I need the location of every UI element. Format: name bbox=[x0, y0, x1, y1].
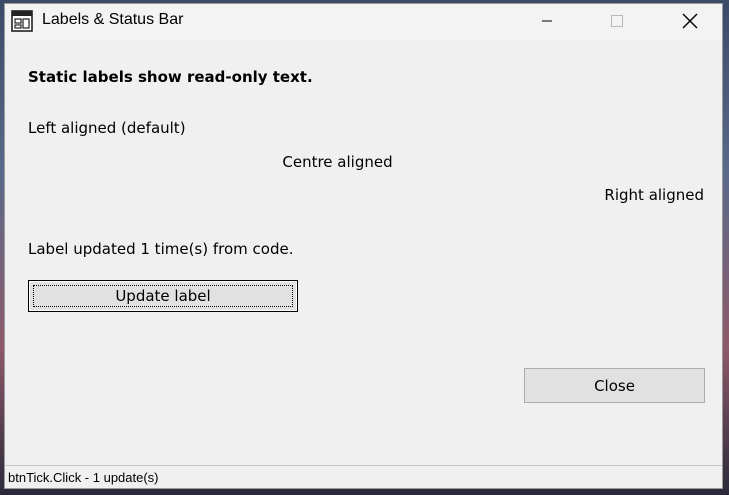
maximize-icon bbox=[611, 14, 623, 27]
minimize-icon bbox=[542, 20, 552, 21]
heading-label: Static labels show read-only text. bbox=[28, 68, 313, 86]
close-icon bbox=[682, 13, 698, 28]
update-count-label: Label updated 1 time(s) from code. bbox=[28, 240, 294, 258]
update-label-button[interactable]: Update label bbox=[28, 280, 298, 312]
app-window-icon bbox=[11, 10, 33, 32]
title-bar[interactable]: Labels & Status Bar bbox=[5, 4, 722, 40]
window-title: Labels & Status Bar bbox=[42, 11, 184, 28]
app-window: Labels & Status Bar Static labels show r… bbox=[4, 3, 723, 489]
left-aligned-label: Left aligned (default) bbox=[28, 119, 186, 137]
centre-aligned-label: Centre aligned bbox=[282, 153, 393, 171]
update-label-button-text: Update label bbox=[115, 287, 211, 305]
close-button[interactable]: Close bbox=[524, 368, 705, 403]
status-bar: btnTick.Click - 1 update(s) bbox=[5, 465, 722, 488]
right-aligned-label: Right aligned bbox=[604, 186, 704, 204]
status-bar-text: btnTick.Click - 1 update(s) bbox=[8, 470, 159, 485]
close-window-button[interactable] bbox=[667, 4, 713, 37]
maximize-button[interactable] bbox=[594, 4, 640, 37]
close-button-text: Close bbox=[594, 376, 635, 395]
minimize-button[interactable] bbox=[524, 4, 570, 37]
